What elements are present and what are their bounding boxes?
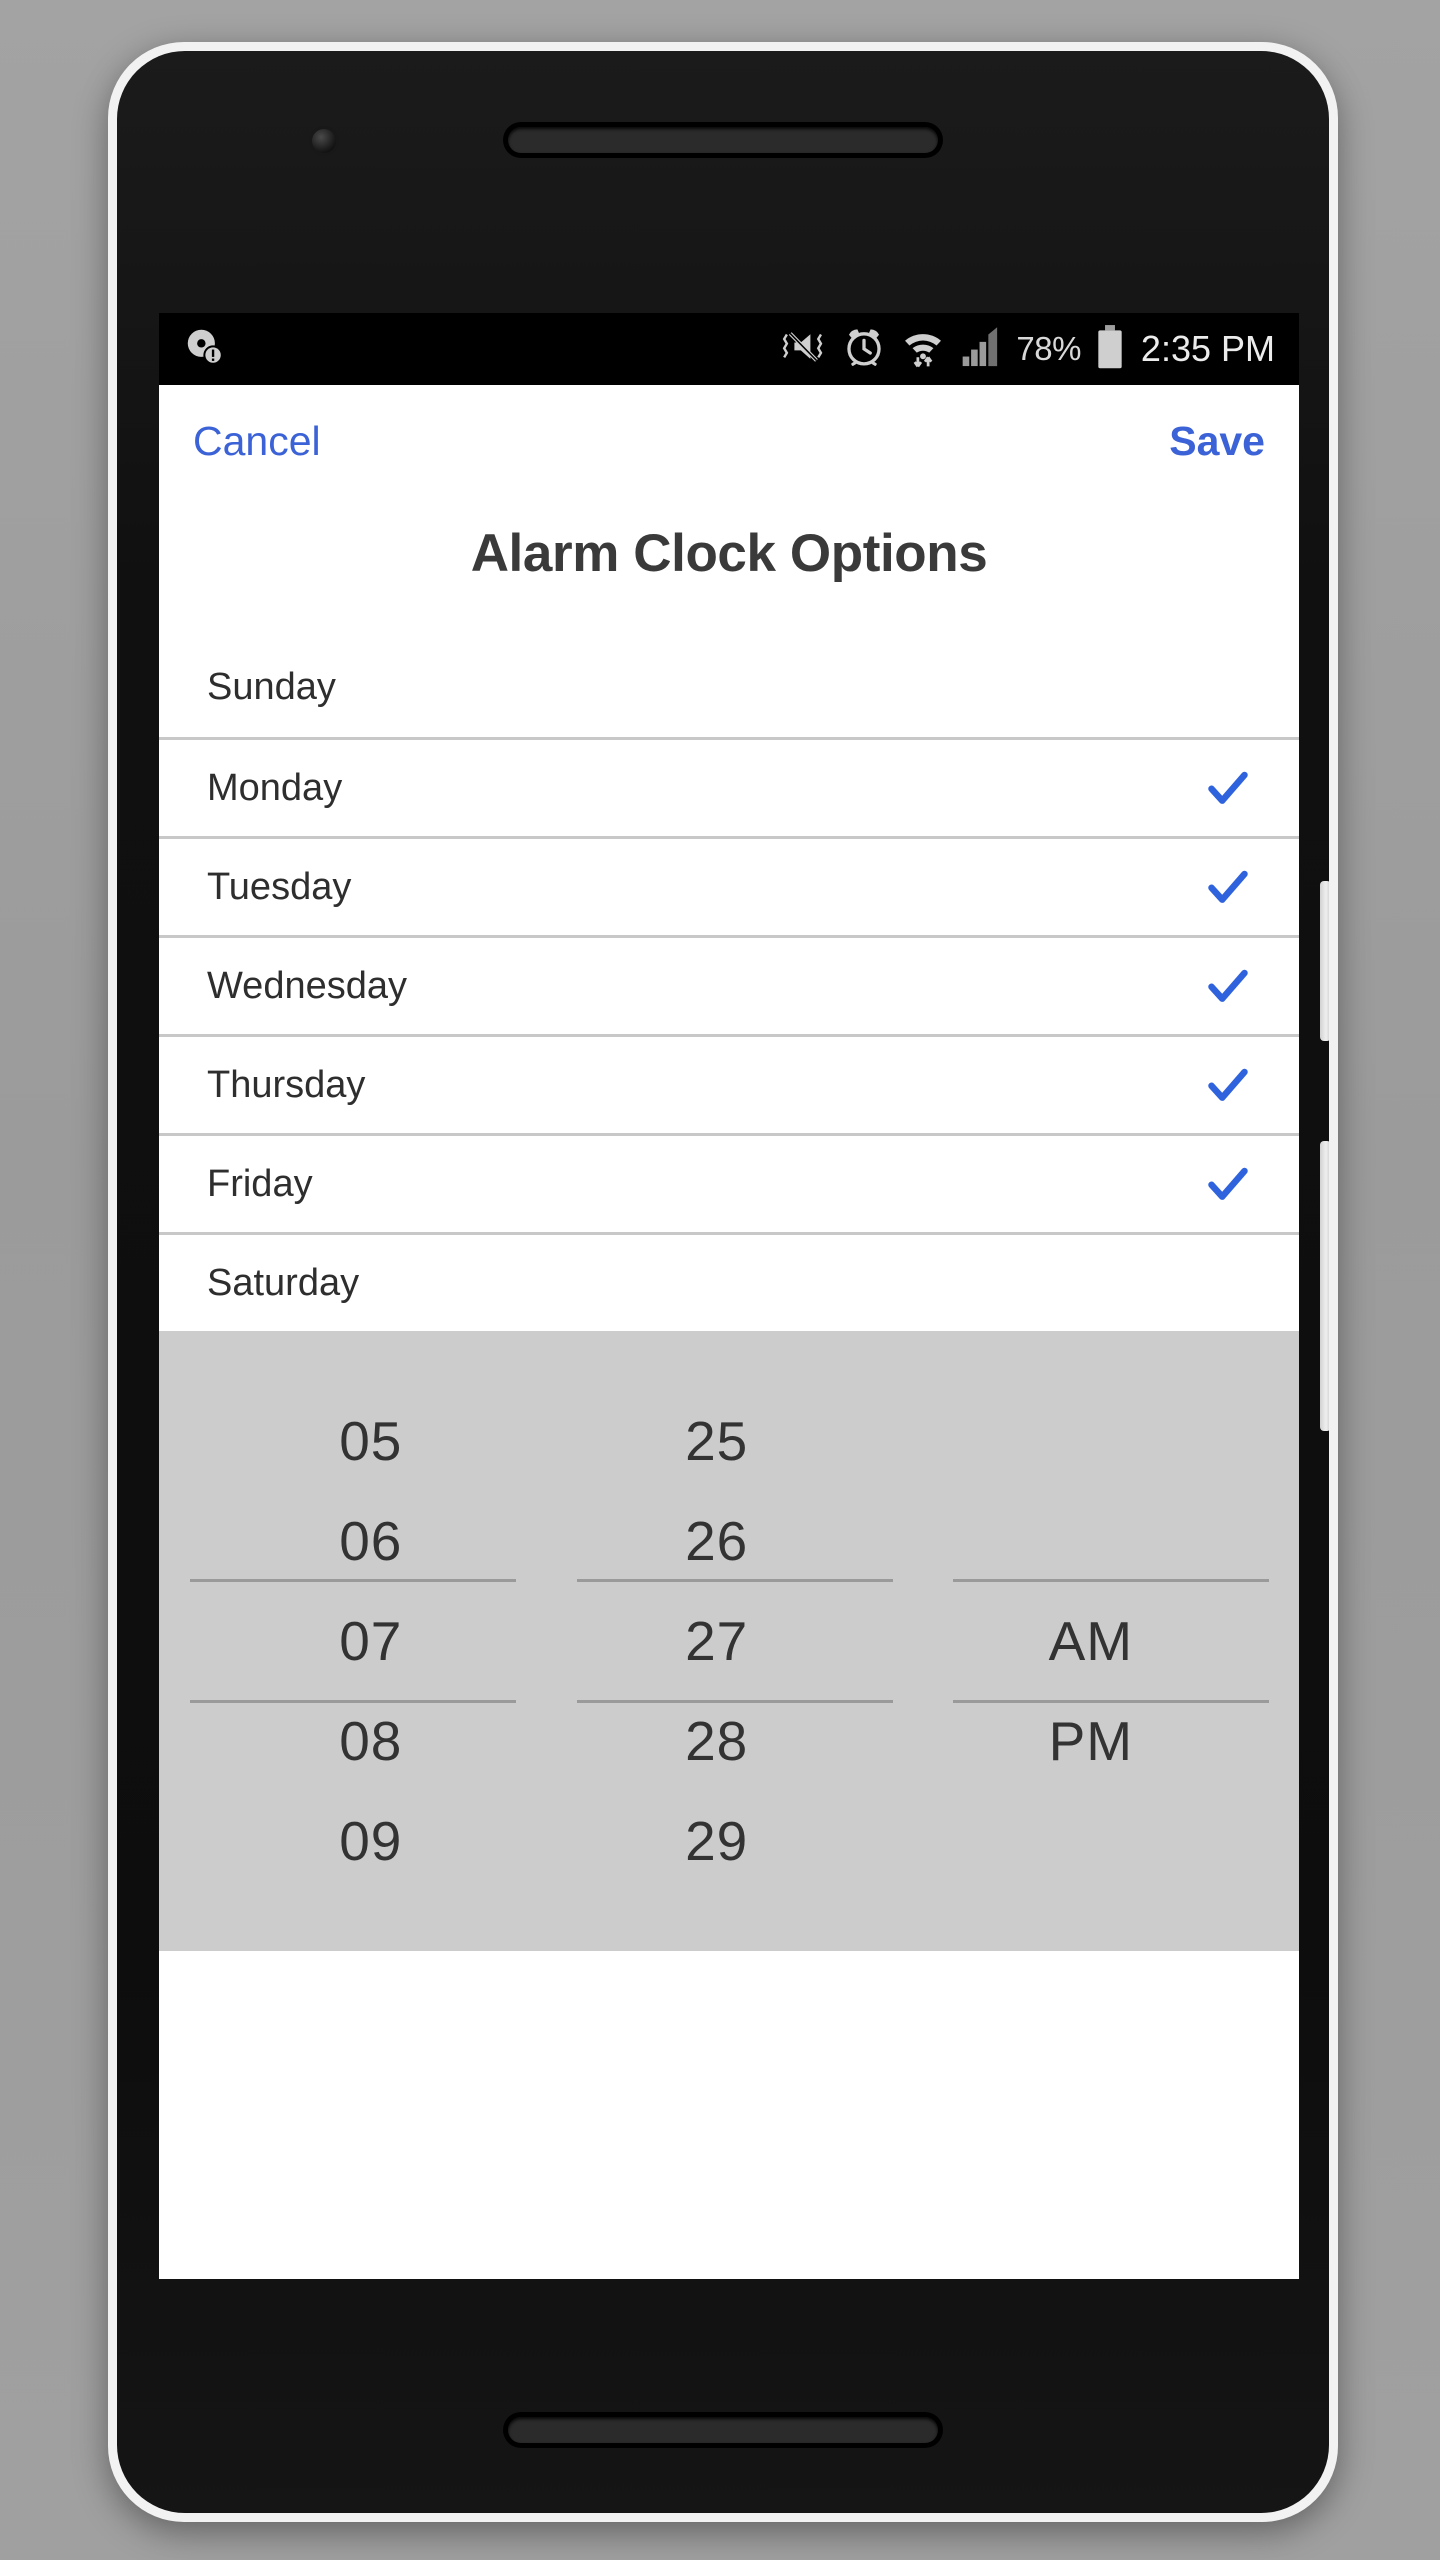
alarm-icon bbox=[842, 325, 886, 374]
cellular-signal-icon bbox=[960, 325, 1002, 374]
time-picker: 05 06 07 08 09 25 26 27 28 29 AM PM bbox=[159, 1331, 1299, 1951]
dialog-header: Cancel Save bbox=[159, 385, 1299, 497]
day-row[interactable]: Saturday bbox=[159, 1232, 1299, 1331]
day-list: Sunday Monday Tuesday Wednesday Thursday Frid… bbox=[159, 638, 1299, 1331]
status-bar-left-icons bbox=[183, 325, 227, 374]
check-icon bbox=[1205, 963, 1251, 1009]
disc-warning-icon bbox=[183, 325, 227, 374]
picker-item[interactable]: 09 bbox=[177, 1791, 565, 1891]
battery-percent-label: 78% bbox=[1016, 330, 1081, 367]
status-bar-clock: 2:35 PM bbox=[1140, 328, 1275, 369]
day-row[interactable]: Sunday bbox=[159, 638, 1299, 737]
meridiem-picker-column[interactable]: AM PM bbox=[923, 1331, 1299, 1951]
wifi-icon bbox=[900, 325, 946, 374]
picker-item[interactable] bbox=[903, 1391, 1279, 1491]
check-icon bbox=[1205, 864, 1251, 910]
day-row[interactable]: Friday bbox=[159, 1133, 1299, 1232]
day-row[interactable]: Monday bbox=[159, 737, 1299, 836]
power-button[interactable] bbox=[1320, 881, 1329, 1041]
save-button[interactable]: Save bbox=[1169, 418, 1265, 465]
day-label: Thursday bbox=[207, 1063, 366, 1106]
phone-device: 78% 2:35 PM Cancel Save Alarm Clock Opti… bbox=[108, 42, 1338, 2522]
picker-item[interactable]: 29 bbox=[529, 1791, 905, 1891]
check-icon bbox=[1205, 1062, 1251, 1108]
picker-item[interactable]: 08 bbox=[177, 1691, 565, 1791]
day-row[interactable]: Wednesday bbox=[159, 935, 1299, 1034]
status-bar: 78% 2:35 PM bbox=[159, 313, 1299, 385]
day-label: Tuesday bbox=[207, 865, 352, 908]
hour-picker-column[interactable]: 05 06 07 08 09 bbox=[159, 1331, 547, 1951]
day-label: Friday bbox=[207, 1162, 313, 1205]
status-bar-right-icons: 78% 2:35 PM bbox=[780, 324, 1275, 375]
picker-item[interactable]: 28 bbox=[529, 1691, 905, 1791]
picker-item[interactable]: 26 bbox=[529, 1491, 905, 1591]
day-label: Saturday bbox=[207, 1261, 360, 1304]
phone-screen: 78% 2:35 PM Cancel Save Alarm Clock Opti… bbox=[159, 313, 1299, 2279]
picker-item[interactable]: 07 bbox=[177, 1591, 565, 1691]
day-row[interactable]: Thursday bbox=[159, 1034, 1299, 1133]
phone-body: 78% 2:35 PM Cancel Save Alarm Clock Opti… bbox=[117, 51, 1329, 2513]
front-camera-icon bbox=[312, 129, 336, 153]
picker-item[interactable]: 06 bbox=[177, 1491, 565, 1591]
picker-item[interactable]: 25 bbox=[529, 1391, 905, 1491]
minute-picker-column[interactable]: 25 26 27 28 29 bbox=[547, 1331, 923, 1951]
day-row[interactable]: Tuesday bbox=[159, 836, 1299, 935]
picker-item[interactable] bbox=[903, 1791, 1279, 1891]
bottom-speaker-grille bbox=[508, 2417, 938, 2443]
vibrate-mute-icon bbox=[780, 326, 828, 373]
earpiece-speaker bbox=[508, 127, 938, 153]
desktop-background: 78% 2:35 PM Cancel Save Alarm Clock Opti… bbox=[0, 0, 1440, 2560]
day-label: Monday bbox=[207, 766, 343, 809]
day-label: Wednesday bbox=[207, 964, 407, 1007]
page-title: Alarm Clock Options bbox=[159, 497, 1299, 638]
day-label: Sunday bbox=[207, 666, 336, 708]
battery-full-icon bbox=[1095, 324, 1125, 375]
cancel-button[interactable]: Cancel bbox=[193, 418, 321, 465]
check-icon bbox=[1205, 1161, 1251, 1207]
picker-item[interactable] bbox=[903, 1491, 1279, 1591]
picker-item[interactable]: 05 bbox=[177, 1391, 565, 1491]
picker-item[interactable]: PM bbox=[903, 1691, 1279, 1791]
volume-rocker-button[interactable] bbox=[1320, 1141, 1329, 1431]
picker-item[interactable]: 27 bbox=[529, 1591, 905, 1691]
check-icon bbox=[1205, 765, 1251, 811]
picker-item[interactable]: AM bbox=[903, 1591, 1279, 1691]
